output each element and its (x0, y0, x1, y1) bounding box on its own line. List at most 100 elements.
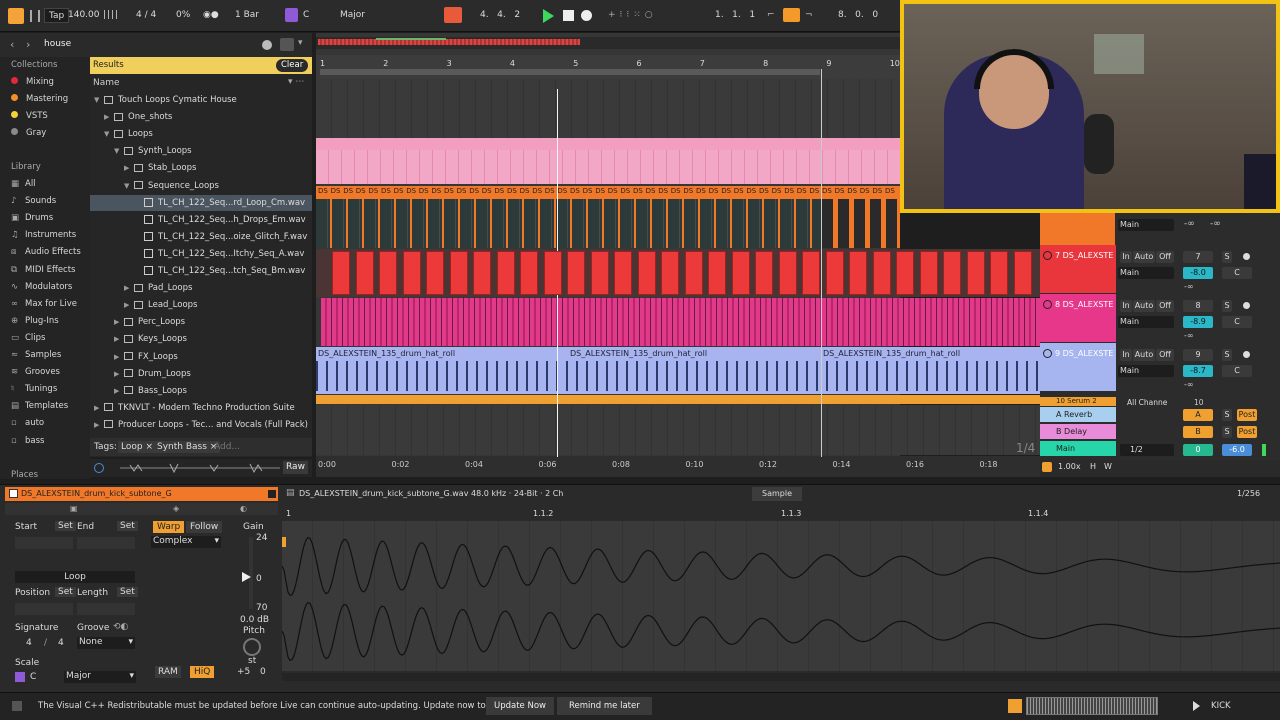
raw-button[interactable]: Raw (283, 461, 308, 474)
return-b-solo[interactable]: S (1222, 426, 1232, 438)
arm-icon[interactable] (1243, 351, 1250, 358)
arm-icon[interactable] (1243, 253, 1250, 260)
clear-results-button[interactable]: Clear (276, 59, 309, 72)
library-item-grooves[interactable]: ≋ Grooves (11, 364, 60, 380)
red-drum-clip[interactable] (943, 251, 961, 295)
result-file[interactable]: TL_CH_122_Seq...oize_Glitch_F.wav (90, 229, 312, 245)
monitor-in-button[interactable]: In (1120, 300, 1132, 312)
red-drum-clip[interactable] (614, 251, 632, 295)
loop-brace[interactable] (320, 69, 820, 75)
red-drum-clip[interactable] (1013, 251, 1032, 295)
chevron-right-icon[interactable]: ▶ (114, 349, 124, 365)
main-send-field[interactable]: 0 (1183, 444, 1213, 456)
result-file[interactable]: TL_CH_122_Seq...Itchy_Seq_A.wav (90, 246, 312, 262)
output-select[interactable]: Main (1118, 316, 1174, 328)
tempo-field[interactable]: 140.00 (68, 8, 100, 23)
solo-button[interactable]: S (1222, 349, 1232, 361)
start-marker[interactable] (282, 537, 286, 547)
mini-waveform[interactable] (1026, 697, 1158, 715)
library-item-auto[interactable]: ▫ auto (11, 415, 44, 431)
red-drum-clip[interactable] (473, 251, 491, 295)
orange-clip-waves-2[interactable] (822, 199, 900, 248)
result-file[interactable]: TL_CH_122_Seq...tch_Seq_Bm.wav (90, 263, 312, 279)
audio-tab-icon[interactable]: ◈ (173, 504, 179, 513)
result-folder[interactable]: ▼ Touch Loops Cymatic House (90, 92, 312, 108)
start-set-button[interactable]: Set (55, 521, 76, 531)
result-folder[interactable]: ▶ One_shots (90, 109, 312, 125)
clear-search-icon[interactable] (262, 40, 272, 50)
library-item-samples[interactable]: ≈ Samples (11, 347, 61, 363)
gain-slider-handle[interactable] (242, 572, 251, 582)
library-item-instruments[interactable]: ♫ Instruments (11, 227, 76, 243)
name-column-header[interactable]: Name (93, 78, 120, 88)
red-drum-clip[interactable] (379, 251, 397, 295)
swing-field[interactable]: 0% (176, 8, 190, 23)
red-drum-clip[interactable] (402, 251, 421, 295)
chevron-right-icon[interactable]: ▶ (94, 400, 104, 416)
library-item-drums[interactable]: ▣ Drums (11, 210, 53, 226)
red-drum-clip[interactable] (966, 251, 985, 295)
result-file[interactable]: TL_CH_122_Seq...h_Drops_Em.wav (90, 212, 312, 228)
filter-dropdown-icon[interactable]: ▾ (298, 38, 303, 48)
stop-icon[interactable] (563, 10, 574, 21)
result-folder[interactable]: ▶ Drum_Loops (90, 366, 312, 382)
return-b-post[interactable]: Post (1237, 426, 1257, 438)
height-button[interactable]: H (1090, 462, 1096, 471)
start-field[interactable] (15, 537, 73, 549)
library-item-bass[interactable]: ▫ bass (11, 433, 44, 449)
red-drum-clip[interactable] (426, 251, 444, 295)
red-drum-clip[interactable] (520, 251, 538, 295)
result-folder[interactable]: ▶ Producer Loops - Tec... and Vocals (Ful… (90, 417, 312, 433)
result-folder[interactable]: ▼ Sequence_Loops (90, 178, 312, 194)
forward-icon[interactable]: › (26, 38, 30, 51)
result-folder[interactable]: ▶ FX_Loops (90, 349, 312, 365)
scale-key-select[interactable]: C (30, 672, 36, 682)
sends-inf[interactable]: -∞ (1184, 282, 1194, 291)
result-folder[interactable]: ▶ Keys_Loops (90, 331, 312, 347)
clip-save-icon[interactable] (268, 490, 276, 498)
red-drum-clip[interactable] (731, 251, 750, 295)
time-ruler[interactable] (316, 456, 1040, 477)
warp-button[interactable]: Warp (153, 521, 185, 533)
transpose-value[interactable]: +5 (237, 667, 250, 677)
output-select[interactable]: Main (1118, 365, 1174, 377)
library-item-modulators[interactable]: ∿ Modulators (11, 279, 72, 295)
scale-mode-select[interactable]: Major ▾ (64, 671, 136, 683)
loop-start-field[interactable]: 1. 1. 1 (715, 8, 755, 23)
groove-select[interactable]: None ▾ (77, 637, 135, 649)
solo-button[interactable]: S (1222, 300, 1232, 312)
magenta-clip-lane[interactable] (321, 298, 1040, 346)
return-b-button[interactable]: B (1183, 426, 1213, 438)
result-folder[interactable]: ▶ Lead_Loops (90, 297, 312, 313)
track-activator-icon[interactable] (1043, 300, 1052, 309)
tag-chip-loop[interactable]: Loop × (118, 441, 156, 453)
track-activator-icon[interactable] (1043, 349, 1052, 358)
red-drum-clip[interactable] (661, 251, 679, 295)
back-icon[interactable]: ‹ (10, 38, 14, 51)
signature-numerator[interactable]: 4 (26, 638, 32, 648)
pan-field[interactable]: C (1222, 316, 1252, 328)
clip-activator-icon[interactable] (9, 489, 18, 498)
red-drum-clip[interactable] (332, 251, 350, 295)
return-a-button[interactable]: A (1183, 409, 1213, 421)
filter-icon[interactable] (280, 38, 294, 51)
metronome-bars-icon[interactable]: |||| (103, 8, 119, 23)
chevron-right-icon[interactable]: ▶ (114, 366, 124, 382)
result-folder[interactable]: ▼ Synth_Loops (90, 143, 312, 159)
red-drum-clip[interactable] (825, 251, 844, 295)
warp-mode-select[interactable]: Complex ▾ (151, 536, 221, 548)
end-field[interactable] (77, 537, 135, 549)
loop-toggle[interactable]: Loop (15, 571, 135, 583)
sample-tab[interactable]: Sample (752, 487, 802, 501)
monitor-auto-button[interactable]: Auto (1133, 349, 1155, 361)
result-folder[interactable]: ▶ Bass_Loops (90, 383, 312, 399)
tap-tempo-button[interactable]: Tap (44, 8, 70, 23)
update-now-button[interactable]: Update Now (486, 697, 554, 715)
result-folder[interactable]: ▶ Perc_Loops (90, 314, 312, 330)
monitor-auto-button[interactable]: Auto (1133, 300, 1155, 312)
red-drum-clip[interactable] (802, 251, 820, 295)
main-track-header[interactable] (1040, 441, 1116, 456)
key-select[interactable]: C (303, 8, 309, 23)
collection-mixing[interactable]: Mixing (11, 74, 54, 90)
result-file[interactable]: TL_CH_122_Seq...rd_Loop_Cm.wav (90, 194, 312, 211)
